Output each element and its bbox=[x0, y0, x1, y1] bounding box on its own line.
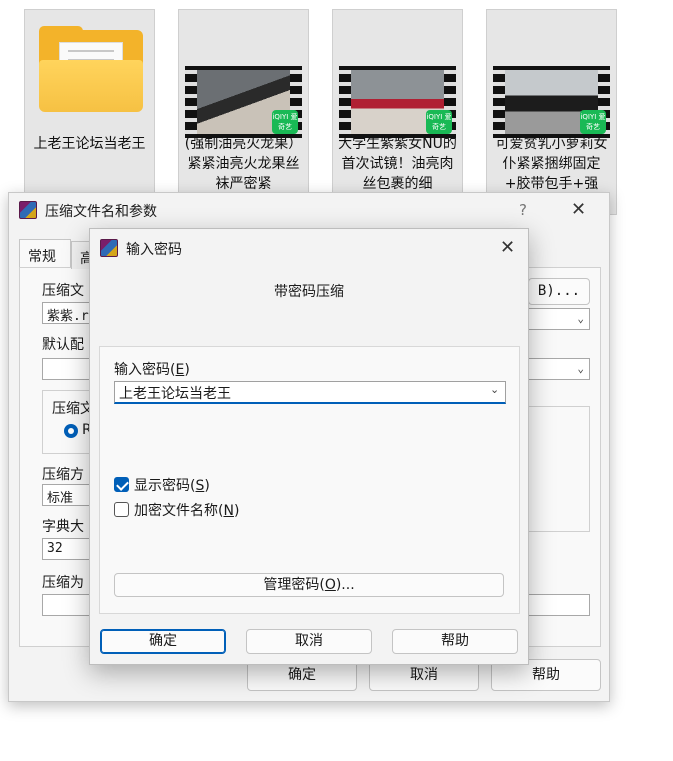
encrypt-filenames-checkbox[interactable] bbox=[114, 502, 129, 517]
iqiyi-badge-icon: iQIYI 爱奇艺 bbox=[426, 110, 452, 134]
file-tile-video-3[interactable]: iQIYI 爱奇艺 可爱贫乳小萝莉女仆紧紧捆绑固定+胶带包手+强 bbox=[486, 9, 617, 215]
options-select[interactable]: ⌄ bbox=[528, 358, 590, 380]
show-password-label: 显示密码(S) bbox=[134, 478, 210, 494]
help-icon[interactable]: ? bbox=[519, 201, 527, 219]
dialog-subtitle: 带密码压缩 bbox=[274, 284, 344, 300]
archive-format-label: 压缩文 bbox=[52, 401, 94, 417]
help-button[interactable]: 帮助 bbox=[392, 629, 518, 654]
compression-method-label: 压缩方 bbox=[42, 467, 84, 483]
dialog-title: 压缩文件名和参数 bbox=[45, 204, 157, 220]
encrypt-filenames-label: 加密文件名称(N) bbox=[134, 503, 240, 519]
dialog-title: 输入密码 bbox=[126, 242, 182, 258]
chevron-down-icon[interactable]: ⌄ bbox=[490, 383, 499, 396]
winrar-app-icon bbox=[100, 239, 118, 257]
iqiyi-badge-icon: iQIYI 爱奇艺 bbox=[272, 110, 298, 134]
update-mode-select[interactable]: ⌄ bbox=[528, 308, 590, 330]
winrar-app-icon bbox=[19, 201, 37, 219]
chevron-down-icon: ⌄ bbox=[577, 362, 584, 375]
tab-general[interactable]: 常规 bbox=[19, 239, 71, 267]
chevron-down-icon: ⌄ bbox=[577, 312, 584, 325]
password-panel: 输入密码(E) 上老王论坛当老王 ⌄ 显示密码(S) 加密文件名称(N) 管理密… bbox=[99, 346, 520, 614]
close-icon[interactable]: ✕ bbox=[500, 237, 515, 258]
video-thumbnail: iQIYI 爱奇艺 bbox=[339, 66, 456, 138]
video-thumbnail: iQIYI 爱奇艺 bbox=[493, 66, 610, 138]
manage-passwords-button[interactable]: 管理密码(O)... bbox=[114, 573, 504, 597]
password-input[interactable]: 上老王论坛当老王 bbox=[114, 381, 506, 404]
ok-button[interactable]: 确定 bbox=[100, 629, 226, 654]
archive-name-label: 压缩文 bbox=[42, 283, 84, 299]
split-volumes-label: 压缩为 bbox=[42, 575, 84, 591]
iqiyi-badge-icon: iQIYI 爱奇艺 bbox=[580, 110, 606, 134]
default-profile-label: 默认配 bbox=[42, 337, 84, 353]
cancel-button[interactable]: 取消 bbox=[246, 629, 372, 654]
right-field[interactable] bbox=[528, 594, 590, 616]
file-tile-video-2[interactable]: iQIYI 爱奇艺 大学生紫紫女NU的首次试镜！油亮肉丝包裹的细 bbox=[332, 9, 463, 215]
file-tile-video-1[interactable]: iQIYI 爱奇艺 (强制油亮火龙果）紧紧油亮火龙果丝袜严密紧 bbox=[178, 9, 309, 215]
dictionary-size-label: 字典大 bbox=[42, 519, 84, 535]
show-password-checkbox[interactable] bbox=[114, 477, 129, 492]
file-tile-folder[interactable]: 上老王论坛当老王 bbox=[24, 9, 155, 215]
title-bar: 压缩文件名和参数 ? ✕ bbox=[9, 193, 609, 227]
enter-password-label: 输入密码(E) bbox=[114, 362, 190, 378]
browse-button[interactable]: B)... bbox=[528, 278, 590, 305]
video-thumbnail: iQIYI 爱奇艺 bbox=[185, 66, 302, 138]
radio-rar[interactable] bbox=[64, 424, 78, 438]
close-icon[interactable]: ✕ bbox=[571, 199, 586, 220]
enter-password-dialog: 输入密码 ✕ 带密码压缩 输入密码(E) 上老王论坛当老王 ⌄ 显示密码(S) … bbox=[89, 228, 529, 665]
options-group bbox=[528, 406, 590, 532]
